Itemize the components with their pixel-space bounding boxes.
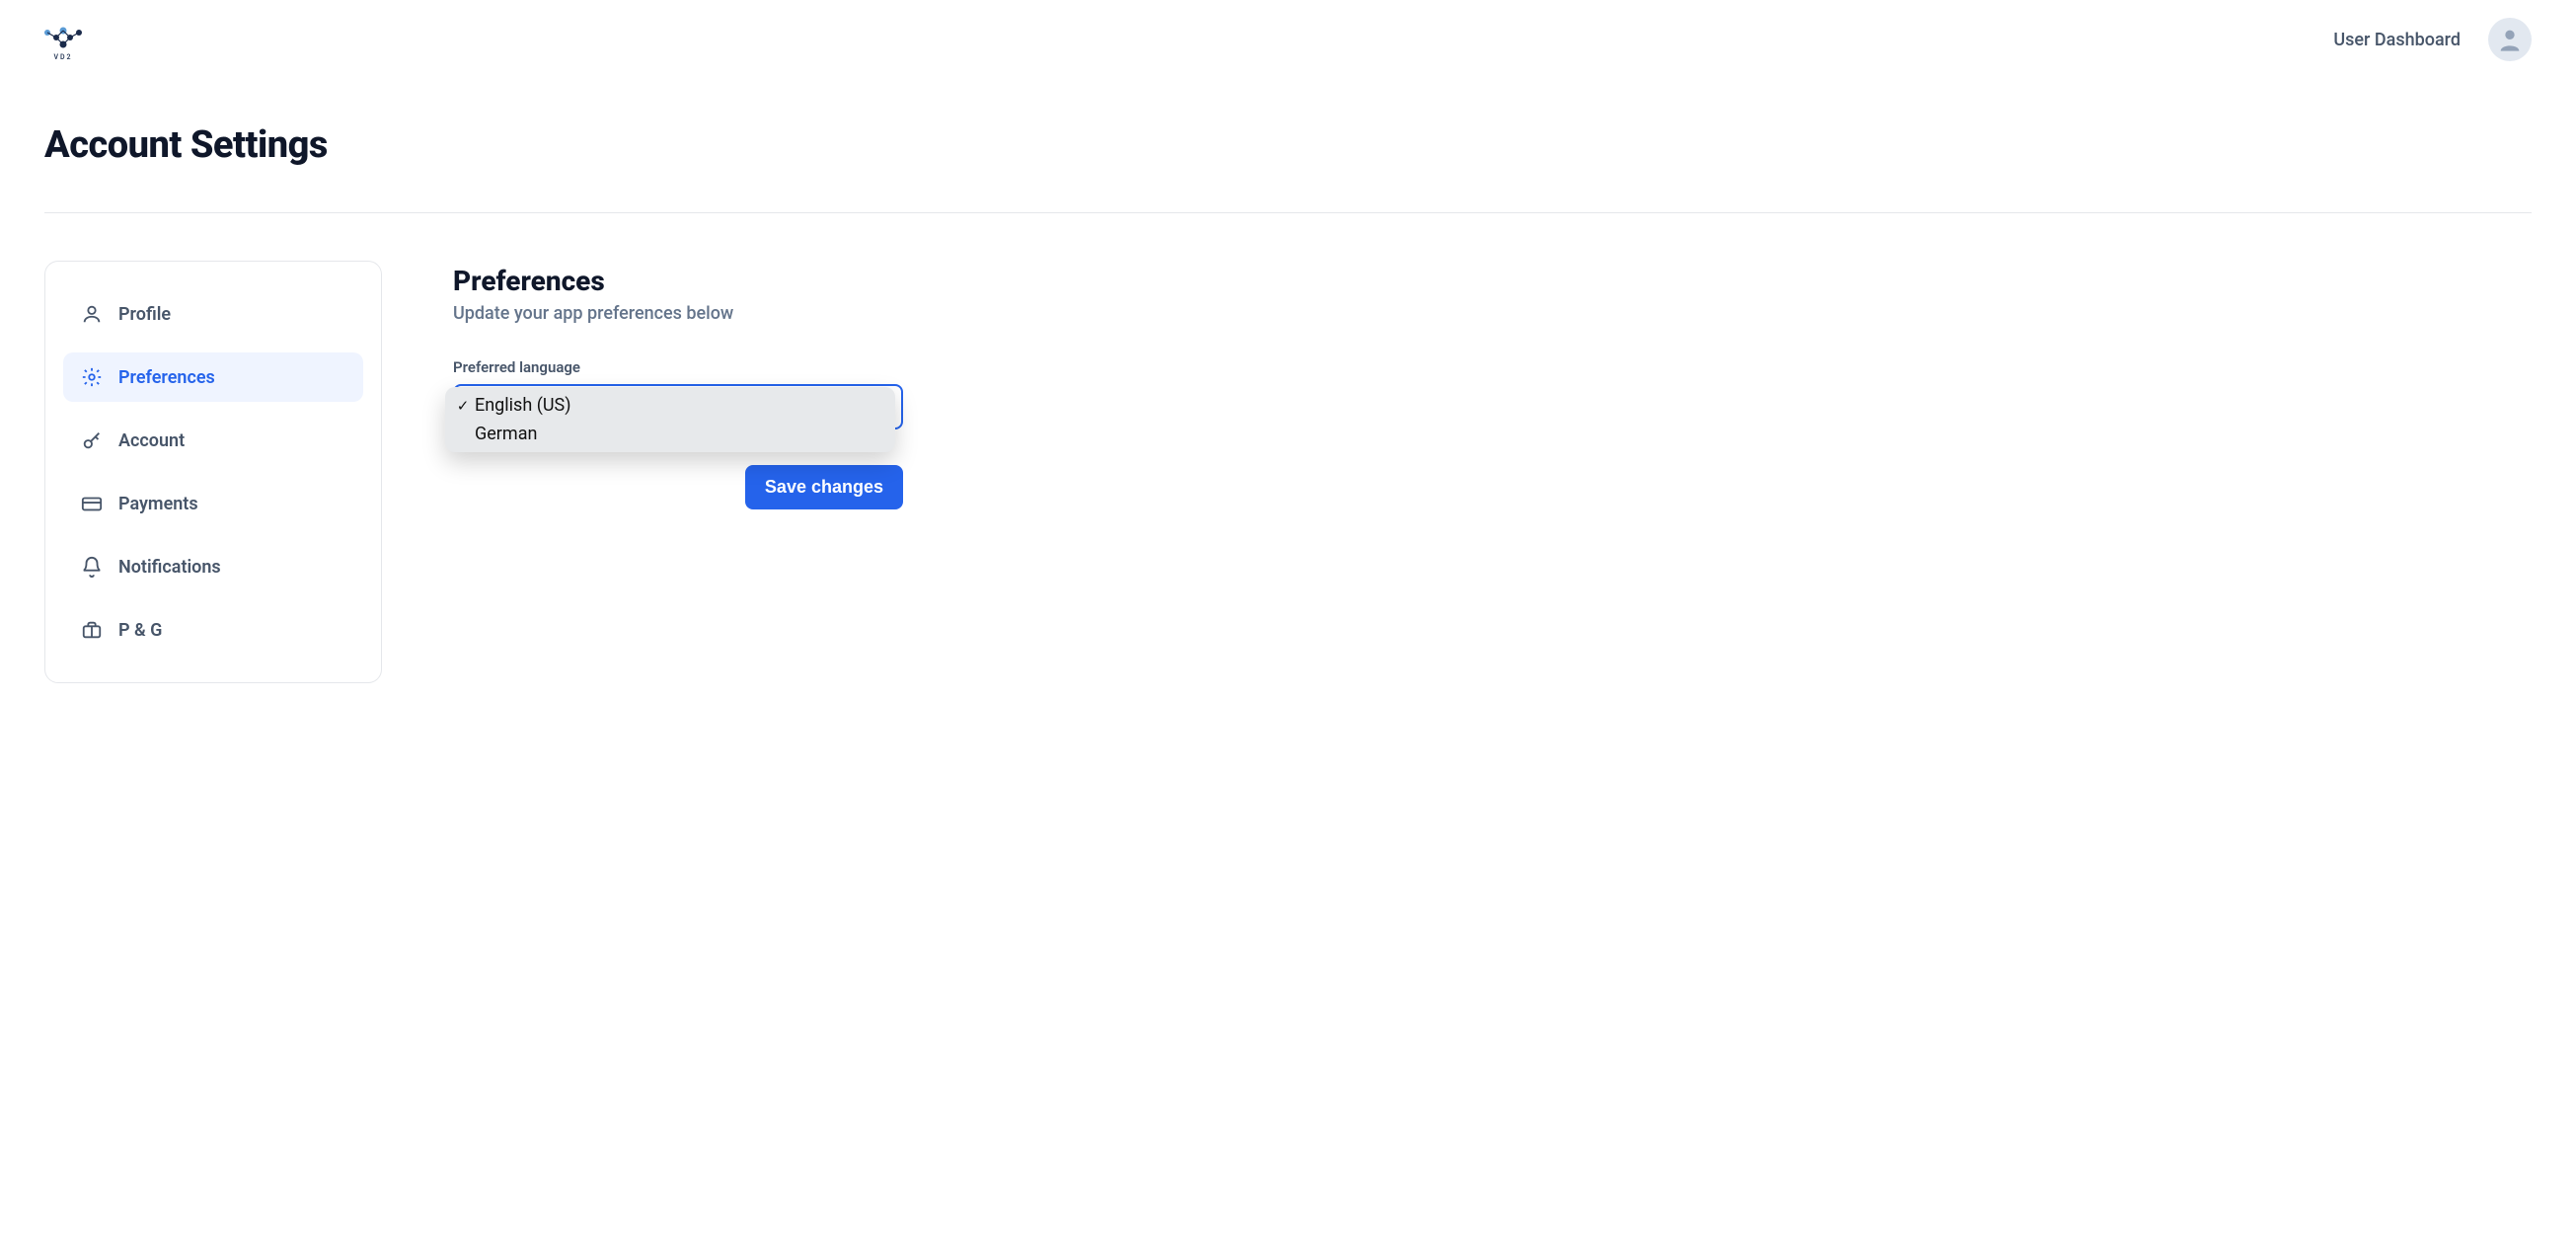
content-row: Profile Preferences Account Payments xyxy=(44,261,2532,683)
app-header: VD2 User Dashboard xyxy=(0,0,2576,79)
header-right: User Dashboard xyxy=(2333,18,2532,61)
language-option-de[interactable]: German xyxy=(445,420,895,448)
app-logo[interactable]: VD2 xyxy=(39,18,87,61)
page-container: Account Settings Profile Preferences Ac xyxy=(0,79,2576,683)
avatar-icon xyxy=(2496,26,2524,53)
gear-icon xyxy=(81,366,103,388)
language-label: Preferred language xyxy=(453,358,580,376)
briefcase-icon xyxy=(81,619,103,641)
sidebar-item-label: Payments xyxy=(118,494,198,514)
page-title: Account Settings xyxy=(44,123,2532,167)
divider xyxy=(44,212,2532,213)
sidebar-item-label: Profile xyxy=(118,304,171,325)
sidebar-item-label: P & G xyxy=(118,620,162,641)
sidebar-item-preferences[interactable]: Preferences xyxy=(63,352,363,402)
language-dropdown: ✓ English (US) German xyxy=(445,387,895,452)
key-icon xyxy=(81,429,103,451)
dropdown-option-label: German xyxy=(475,424,537,444)
settings-sidebar: Profile Preferences Account Payments xyxy=(44,261,382,683)
card-icon xyxy=(81,493,103,514)
bell-icon xyxy=(81,556,103,578)
form-actions: Save changes xyxy=(453,465,903,509)
save-button[interactable]: Save changes xyxy=(745,465,903,509)
section-title: Preferences xyxy=(453,265,2532,297)
sidebar-item-account[interactable]: Account xyxy=(63,416,363,465)
logo-text: VD2 xyxy=(53,53,72,61)
sidebar-item-payments[interactable]: Payments xyxy=(63,479,363,528)
check-icon: ✓ xyxy=(455,397,471,415)
user-icon xyxy=(81,303,103,325)
sidebar-item-notifications[interactable]: Notifications xyxy=(63,542,363,591)
language-option-en[interactable]: ✓ English (US) xyxy=(445,391,895,420)
sidebar-item-label: Preferences xyxy=(118,367,215,388)
dropdown-option-label: English (US) xyxy=(475,395,571,416)
avatar[interactable] xyxy=(2488,18,2532,61)
sidebar-item-label: Notifications xyxy=(118,557,221,578)
main-panel: Preferences Update your app preferences … xyxy=(453,261,2532,683)
dashboard-link[interactable]: User Dashboard xyxy=(2333,30,2461,50)
sidebar-item-profile[interactable]: Profile xyxy=(63,289,363,339)
sidebar-item-pg[interactable]: P & G xyxy=(63,605,363,655)
sidebar-item-label: Account xyxy=(118,430,185,451)
logo-icon xyxy=(39,18,87,51)
section-subtitle: Update your app preferences below xyxy=(453,303,2532,324)
